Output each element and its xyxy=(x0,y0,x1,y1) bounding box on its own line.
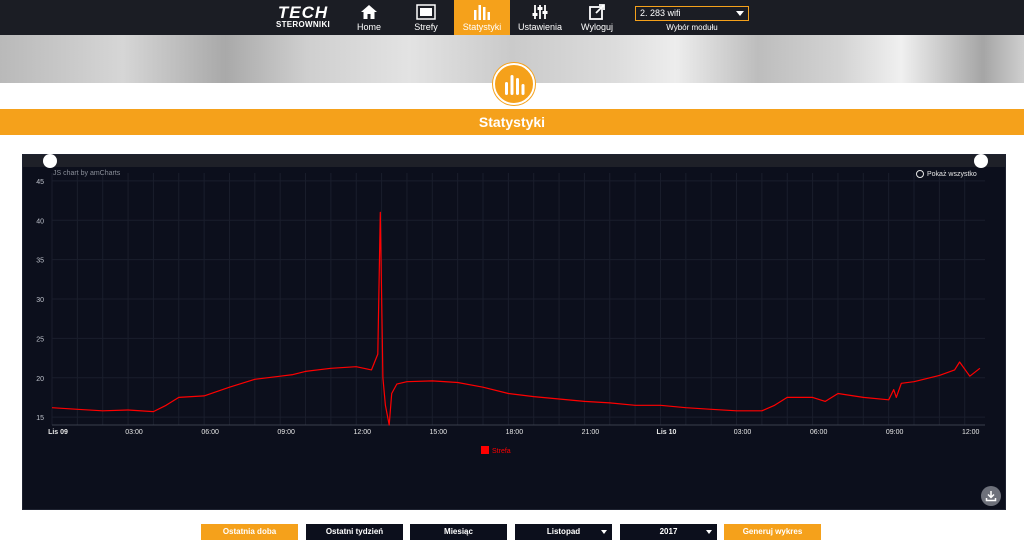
module-select-value: 2. 283 wifi xyxy=(640,8,681,18)
bar-chart-icon xyxy=(474,5,490,20)
download-icon xyxy=(985,491,997,502)
legend-label: Strefa xyxy=(492,448,511,455)
x-tick-label: 18:00 xyxy=(506,429,524,436)
logo-sub-text: STEROWNIKI xyxy=(275,20,331,29)
year-select[interactable]: 2017 xyxy=(620,524,717,540)
legend-swatch xyxy=(481,446,489,454)
temperature-chart[interactable]: 15 20 25 30 35 40 45 Lis 09 03:00 06:00 09:00 12:00… xyxy=(23,155,1007,511)
show-all-label: Pokaż wszystko xyxy=(927,171,977,178)
x-tick-label: 03:00 xyxy=(734,429,752,436)
y-tick-label: 30 xyxy=(36,297,44,304)
nav-home[interactable]: Home xyxy=(352,0,386,35)
x-tick-label: 06:00 xyxy=(201,429,219,436)
nav-ustawienia-label: Ustawienia xyxy=(517,22,563,32)
statistics-badge xyxy=(493,63,535,105)
y-tick-label: 45 xyxy=(36,179,44,186)
top-nav-bar: TECH STEROWNIKI Home Strefy Statystyki U… xyxy=(0,0,1024,35)
nav-ustawienia[interactable]: Ustawienia xyxy=(517,0,563,35)
zoom-out-icon xyxy=(916,170,924,178)
chart-scrollbar[interactable] xyxy=(23,154,1005,168)
chart-credit[interactable]: JS chart by amCharts xyxy=(53,170,120,177)
nav-strefy[interactable]: Strefy xyxy=(410,0,442,35)
export-download-button[interactable] xyxy=(981,486,1001,506)
x-tick-label: 03:00 xyxy=(125,429,143,436)
scrollbar-left-handle[interactable] xyxy=(43,154,57,168)
x-tick-label: 09:00 xyxy=(886,429,904,436)
x-tick-label: 12:00 xyxy=(353,429,371,436)
scrollbar-right-handle[interactable] xyxy=(974,154,988,168)
home-icon xyxy=(361,5,377,19)
y-tick-label: 40 xyxy=(36,218,44,225)
last-day-button[interactable]: Ostatnia doba xyxy=(201,524,298,540)
module-select[interactable]: 2. 283 wifi xyxy=(635,6,749,21)
y-tick-label: 15 xyxy=(36,415,44,422)
x-tick-label: 06:00 xyxy=(810,429,828,436)
chart-panel: 15 20 25 30 35 40 45 Lis 09 03:00 06:00 09:00 12:00… xyxy=(22,154,1006,510)
show-all-zoom-button[interactable]: Pokaż wszystko xyxy=(916,170,977,178)
page-title: Statystyki xyxy=(0,109,1024,135)
x-tick-label: Lis 09 xyxy=(48,429,68,436)
nav-wyloguj-label: Wyloguj xyxy=(581,22,613,32)
last-week-button[interactable]: Ostatni tydzień xyxy=(306,524,403,540)
nav-home-label: Home xyxy=(356,22,381,32)
chevron-down-icon xyxy=(736,11,744,16)
generate-chart-button[interactable]: Generuj wykres xyxy=(724,524,821,540)
bar-chart-icon xyxy=(505,75,525,95)
nav-statystyki-label: Statystyki xyxy=(462,22,502,32)
x-tick-label: Lis 10 xyxy=(657,429,677,436)
module-select-label: Wybór modułu xyxy=(666,23,718,32)
series-line-strefa xyxy=(51,211,981,426)
logo-main-text: TECH xyxy=(277,3,329,22)
x-tick-label: 12:00 xyxy=(962,429,980,436)
y-tick-label: 25 xyxy=(36,336,44,343)
nav-statystyki[interactable]: Statystyki xyxy=(454,0,510,35)
month-button[interactable]: Miesiąc xyxy=(410,524,507,540)
tech-logo[interactable]: TECH STEROWNIKI xyxy=(272,3,334,31)
x-tick-label: 15:00 xyxy=(430,429,448,436)
nav-wyloguj[interactable]: Wyloguj xyxy=(579,0,615,35)
y-tick-label: 20 xyxy=(36,376,44,383)
x-tick-label: 21:00 xyxy=(582,429,600,436)
x-tick-label: 09:00 xyxy=(277,429,295,436)
y-tick-label: 35 xyxy=(36,258,44,265)
logout-icon xyxy=(589,4,605,20)
thermostat-display-icon xyxy=(416,4,436,20)
sliders-icon xyxy=(532,5,548,19)
nav-strefy-label: Strefy xyxy=(414,22,438,32)
month-select[interactable]: Listopad xyxy=(515,524,612,540)
